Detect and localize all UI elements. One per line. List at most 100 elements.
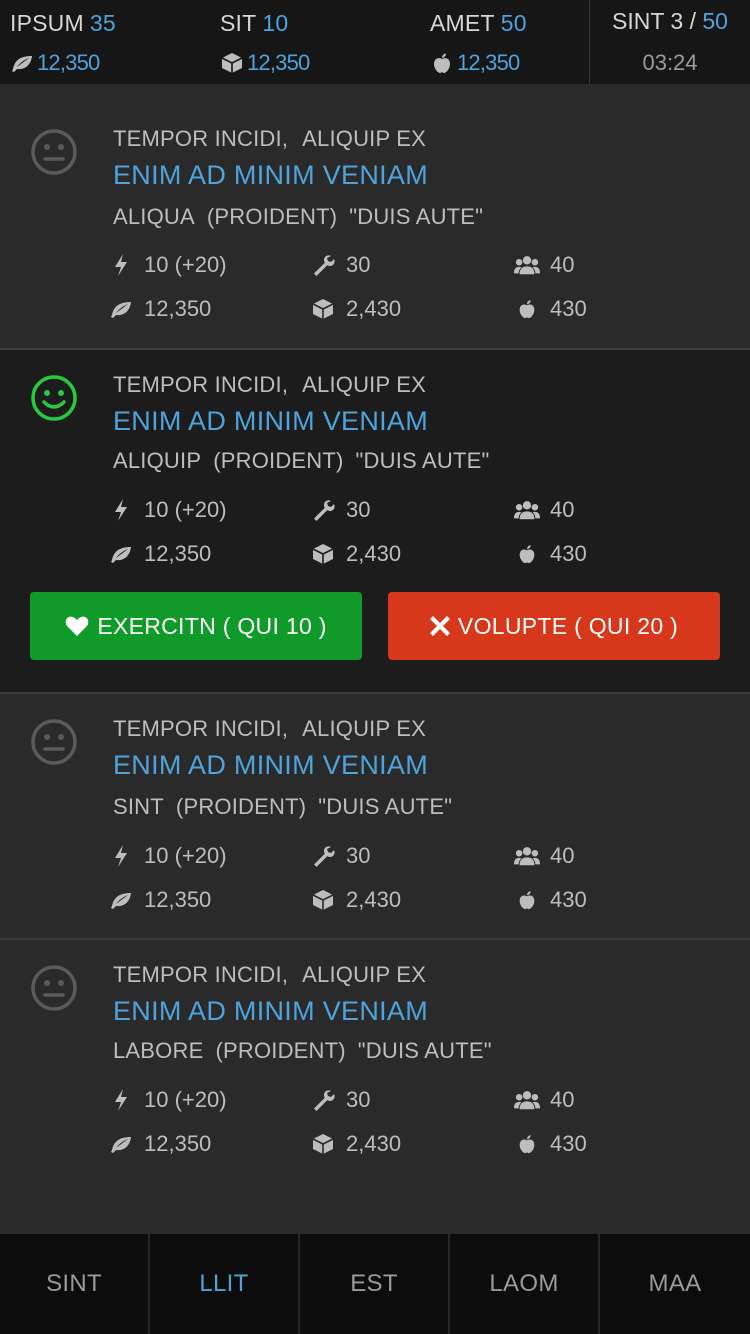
sub-name: ALIQUA	[113, 204, 195, 229]
sub-name: SINT	[113, 794, 164, 819]
wrench-icon	[310, 1088, 336, 1112]
accept-label: EXERCITN	[97, 612, 217, 639]
x-icon	[429, 616, 450, 636]
lightning-icon	[108, 844, 134, 868]
apple-icon	[514, 888, 540, 912]
meta-secondary: ALIQUIP EX	[302, 372, 427, 397]
sub-tag: (PROIDENT)	[175, 794, 307, 819]
stat-energy: 10 (+20)	[108, 841, 227, 871]
stat-apple: 430	[514, 885, 587, 915]
neutral-face-icon	[31, 129, 77, 175]
sub-tag: (PROIDENT)	[213, 448, 344, 473]
meta-secondary: ALIQUIP EX	[302, 962, 427, 987]
stat-label: SIT	[220, 10, 257, 36]
sub-quote: "DUIS AUTE"	[355, 448, 490, 473]
meta-primary: TEMPOR INCIDI,	[113, 372, 289, 397]
card-title[interactable]: ENIM AD MINIM VENIAM	[113, 996, 428, 1027]
tab-laom[interactable]: LAOM	[450, 1234, 598, 1334]
users-icon	[514, 1088, 540, 1112]
apple-icon	[514, 297, 540, 321]
sub-tag: (PROIDENT)	[215, 1038, 346, 1063]
resource-value: 12,350	[37, 50, 100, 75]
wrench-icon	[310, 498, 336, 522]
meta-primary: TEMPOR INCIDI,	[113, 126, 289, 151]
apple-icon	[514, 542, 540, 566]
stat-label: AMET	[430, 10, 495, 36]
stat-leaf: 12,350	[108, 885, 211, 915]
stat-people: 40	[514, 1085, 574, 1115]
tab-est[interactable]: EST	[300, 1234, 448, 1334]
card-title[interactable]: ENIM AD MINIM VENIAM	[113, 750, 428, 781]
tab-bar: SINT LLIT EST LAOM MAA	[0, 1234, 750, 1334]
accept-button[interactable]: EXERCITN ( QUI 10 )	[30, 592, 362, 660]
sub-name: LABORE	[113, 1038, 204, 1063]
stat-leaf: 12,350	[108, 1129, 211, 1159]
lightning-icon	[108, 253, 134, 277]
round-total: 50	[702, 8, 728, 34]
stat-cube: 2,430	[310, 1129, 401, 1159]
tab-sint[interactable]: SINT	[0, 1234, 148, 1334]
sub-quote: "DUIS AUTE"	[318, 794, 453, 819]
stat-count: 10	[262, 10, 289, 36]
resource-value: 12,350	[247, 50, 310, 75]
users-icon	[514, 253, 540, 277]
stat-energy: 10 (+20)	[108, 1085, 227, 1115]
meta-primary: TEMPOR INCIDI,	[113, 962, 289, 987]
stat-tools: 30	[310, 841, 370, 871]
stat-cube: 2,430	[310, 539, 401, 569]
heart-icon	[65, 616, 89, 636]
sub-quote: "DUIS AUTE"	[357, 1038, 492, 1063]
cube-icon	[221, 53, 243, 73]
stat-apple: 430	[514, 294, 587, 324]
stat-apple: 430	[514, 1129, 587, 1159]
stat-tools: 30	[310, 250, 370, 280]
lightning-icon	[108, 498, 134, 522]
apple-icon	[514, 1132, 540, 1156]
neutral-face-icon	[31, 719, 77, 765]
resource-bar: IPSUM 35 12,350 SIT 10 12,350 AMET 50 12,35…	[0, 0, 750, 84]
cube-icon	[310, 1132, 336, 1156]
cube-icon	[310, 888, 336, 912]
stat-tools: 30	[310, 1085, 370, 1115]
wrench-icon	[310, 253, 336, 277]
stat-label: IPSUM	[10, 10, 84, 36]
reject-detail: ( QUI 20 )	[574, 612, 679, 639]
stat-people: 40	[514, 495, 574, 525]
round-label: SINT 3 /	[612, 8, 703, 34]
resource-value: 12,350	[457, 50, 520, 75]
stat-people: 40	[514, 250, 574, 280]
stat-cube: 2,430	[310, 885, 401, 915]
leaf-icon	[108, 1132, 134, 1156]
reject-button[interactable]: VOLUPTE ( QUI 20 )	[388, 592, 720, 660]
stat-count: 50	[500, 10, 527, 36]
stat-energy: 10 (+20)	[108, 250, 227, 280]
list-item[interactable]: TEMPOR INCIDI, ALIQUIP EX ENIM AD MINIM V…	[0, 940, 750, 1234]
happy-face-icon	[31, 375, 77, 421]
neutral-face-icon	[31, 965, 77, 1011]
leaf-icon	[108, 888, 134, 912]
stat-leaf: 12,350	[108, 539, 211, 569]
leaf-icon	[12, 56, 32, 72]
card-title[interactable]: ENIM AD MINIM VENIAM	[113, 160, 428, 191]
reject-label: VOLUPTE	[457, 612, 568, 639]
apple-icon	[434, 53, 450, 73]
wrench-icon	[310, 844, 336, 868]
cube-icon	[310, 542, 336, 566]
users-icon	[514, 844, 540, 868]
tab-maa[interactable]: MAA	[600, 1234, 750, 1334]
leaf-icon	[108, 297, 134, 321]
list-item[interactable]: TEMPOR INCIDI, ALIQUIP EX ENIM AD MINIM V…	[0, 84, 750, 350]
users-icon	[514, 498, 540, 522]
round-indicator: SINT 3 / 50 03:24	[590, 0, 750, 84]
sub-tag: (PROIDENT)	[206, 204, 338, 229]
list-item[interactable]: TEMPOR INCIDI, ALIQUIP EX ENIM AD MINIM V…	[0, 694, 750, 940]
accept-detail: ( QUI 10 )	[222, 612, 327, 639]
sub-quote: "DUIS AUTE"	[349, 204, 484, 229]
lightning-icon	[108, 1088, 134, 1112]
stat-apple: 430	[514, 539, 587, 569]
stat-leaf: 12,350	[108, 294, 211, 324]
card-title[interactable]: ENIM AD MINIM VENIAM	[113, 406, 428, 437]
tab-llit[interactable]: LLIT	[150, 1234, 298, 1334]
cube-icon	[310, 297, 336, 321]
meta-primary: TEMPOR INCIDI,	[113, 716, 289, 741]
